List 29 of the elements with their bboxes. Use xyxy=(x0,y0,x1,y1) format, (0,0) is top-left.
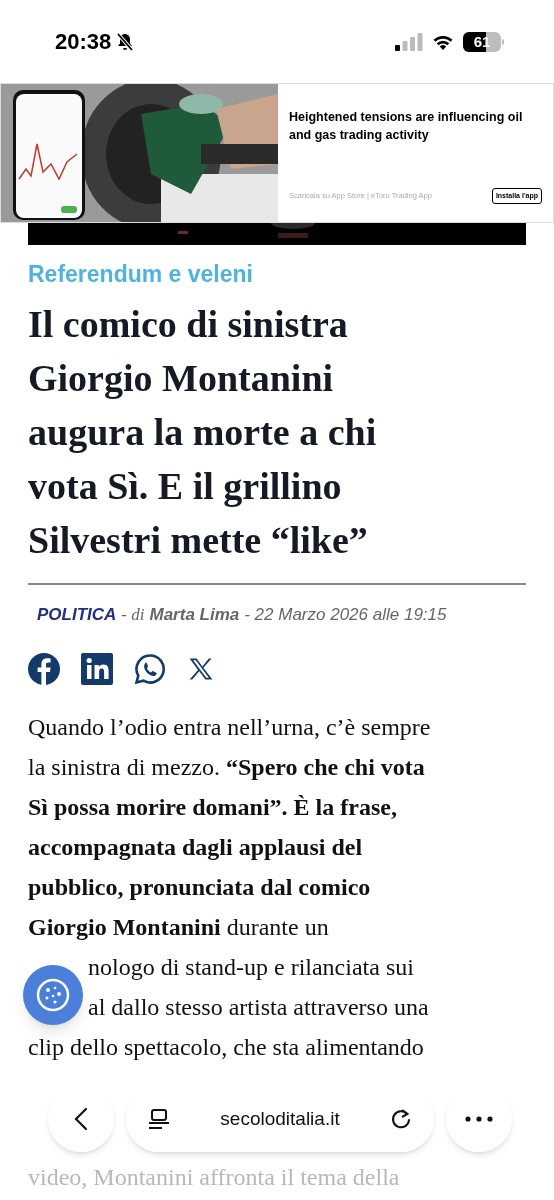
facebook-icon[interactable] xyxy=(28,652,60,685)
whatsapp-icon[interactable] xyxy=(134,652,166,685)
article-text-line: la sinistra di mezzo. “Spero che chi vota xyxy=(28,752,425,782)
article-text-line: video, Montanini affronta il tema della xyxy=(28,1162,400,1192)
reload-icon[interactable] xyxy=(390,1108,412,1130)
reader-icon[interactable] xyxy=(148,1108,170,1130)
article-date: - 22 Marzo 2026 alle 19:15 xyxy=(244,604,447,626)
article-text-line: pubblico, pronunciata dal comico xyxy=(28,872,371,902)
article-text-line: Giorgio Montanini durante un xyxy=(28,912,329,942)
ad-headline: Heightened tensions are influencing oil and gas trading activity xyxy=(289,109,524,144)
author-link[interactable]: Marta Lima xyxy=(149,602,240,628)
signal-icon xyxy=(395,32,423,51)
article-text-line: Sì possa morire domani”. È la frase, xyxy=(28,792,397,822)
cookie-icon xyxy=(35,977,71,1013)
article-text-line: Quando l’odio entra nell’urna, c’è sempre xyxy=(28,712,431,742)
article-text-line: clip dello spettacolo, che sta alimentando xyxy=(28,1032,424,1062)
article-text-line: al dallo stesso artista attraverso una xyxy=(88,992,429,1022)
back-icon xyxy=(74,1107,88,1131)
article-title: Il comico di sinistra Giorgio Montanini augura la morte a chi vota Sì. E il grillino Silvestri mette “like” xyxy=(28,302,378,563)
linkedin-icon[interactable] xyxy=(81,652,113,685)
floating-action-button[interactable] xyxy=(23,965,83,1025)
article-text-line: nologo di stand-up e rilanciata sui xyxy=(88,952,414,982)
byline-by: - di xyxy=(121,604,145,626)
address-bar[interactable]: secoloditalia.it xyxy=(126,1086,434,1152)
url-text: secoloditalia.it xyxy=(220,1106,340,1131)
section-link[interactable]: POLITICA xyxy=(37,602,117,628)
status-time: 20:38 xyxy=(55,28,112,56)
article-text-line: accompagnata dagli applausi del xyxy=(28,832,363,862)
more-icon xyxy=(465,1116,493,1122)
